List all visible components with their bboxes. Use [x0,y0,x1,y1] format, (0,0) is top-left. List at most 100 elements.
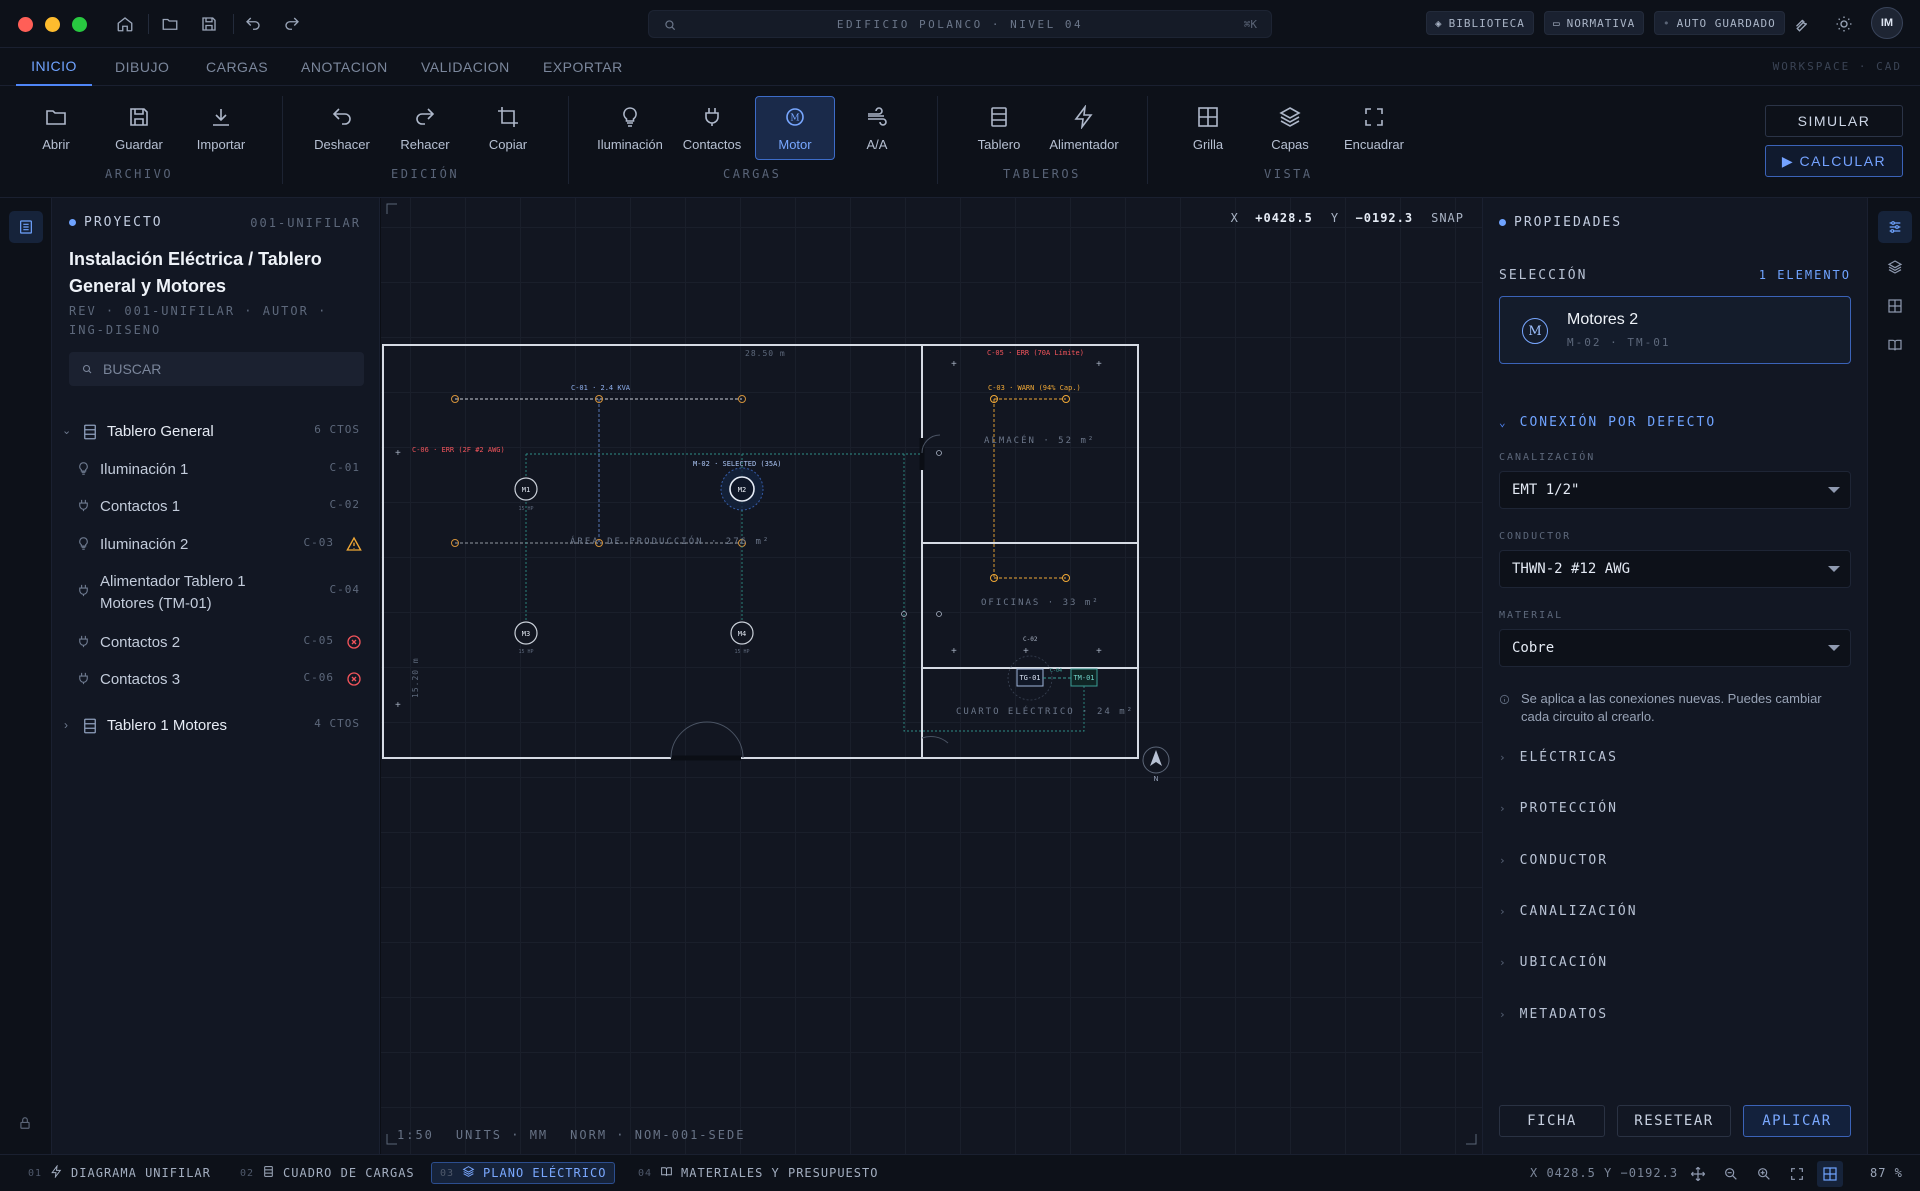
open-button[interactable]: Abrir [16,96,96,160]
snap-toggle[interactable]: SNAP [1431,211,1464,225]
fit-view-button[interactable]: Encuadrar [1332,96,1416,160]
tree-item-tablero-motores[interactable]: › Tablero 1 Motores 4 CTOS [52,715,380,741]
apply-button[interactable]: APLICAR [1743,1105,1851,1137]
units-label: UNITS · MM [455,1128,549,1142]
layers-icon [462,1165,475,1181]
autosave-status[interactable]: • AUTO GUARDADO [1654,11,1785,35]
command-search-bar[interactable]: EDIFICIO POLANCO · NIVEL 04 ⌘K [648,10,1272,38]
sheet-tab-materiales[interactable]: 04 MATERIALES Y PRESUPUESTO [630,1162,886,1184]
motor-m4[interactable]: M4 15 HP [730,621,754,655]
save-icon[interactable] [198,13,220,35]
section-canalizacion[interactable]: › CANALIZACIÓN [1499,904,1638,919]
section-electricas[interactable]: › ELÉCTRICAS [1499,750,1618,765]
motor-m1[interactable]: M1 15 HP [514,477,538,512]
book-icon[interactable] [1878,329,1912,361]
folder-icon[interactable] [159,13,181,35]
outlets-button[interactable]: Contactos [672,96,752,160]
undo-icon[interactable] [242,13,264,35]
copy-button[interactable]: Copiar [468,96,548,160]
chevron-down-icon[interactable]: ⌄ [62,424,71,437]
grid-button[interactable]: Grilla [1168,96,1248,160]
avatar[interactable]: IM [1871,7,1903,39]
tab-dibujo[interactable]: DIBUJO [115,48,169,86]
svg-text:15 HP: 15 HP [734,649,749,655]
section-proteccion[interactable]: › PROTECCIÓN [1499,801,1618,816]
tree-item-c01[interactable]: Iluminación 1 C-01 [52,459,380,485]
material-select[interactable]: Cobre [1499,629,1851,667]
wrench-icon[interactable] [1790,13,1812,35]
circuit-motors[interactable] [525,453,1085,732]
tab-validacion[interactable]: VALIDACION [421,48,510,86]
panelboard-button[interactable]: Tablero [959,96,1039,160]
minimize-window-button[interactable] [45,17,60,32]
ac-button[interactable]: A/A [837,96,917,160]
tree-view-toggle[interactable] [9,211,43,243]
panel-tm01[interactable]: TM-01 [1070,668,1098,687]
import-button[interactable]: Importar [181,96,261,160]
status-dot-icon [1499,219,1506,226]
chevron-right-icon[interactable]: › [64,718,68,732]
calculate-button[interactable]: ▶ CALCULAR [1765,145,1903,177]
zoom-level[interactable]: 87 % [1870,1166,1903,1180]
section-metadatos[interactable]: › METADATOS [1499,1007,1608,1022]
selected-element-card[interactable]: M Motores 2 M-02 · TM-01 [1499,296,1851,364]
plug-icon [76,498,91,517]
tab-inicio[interactable]: INICIO [16,48,92,86]
status-bar: 01 DIAGRAMA UNIFILAR 02 CUADRO DE CARGAS… [0,1154,1920,1191]
ficha-button[interactable]: FICHA [1499,1105,1605,1137]
tree-item-c04[interactable]: Alimentador Tablero 1 Motores (TM-01) C-… [52,571,380,617]
tab-exportar[interactable]: EXPORTAR [543,48,623,86]
tree-item-c06[interactable]: Contactos 3 C-06 [52,669,380,695]
grid-icon[interactable] [1878,290,1912,322]
reset-button[interactable]: RESETEAR [1617,1105,1731,1137]
tab-anotacion[interactable]: ANOTACION [301,48,388,86]
lock-icon[interactable] [18,1116,32,1133]
undo-button[interactable]: Deshacer [302,96,382,160]
layers-button[interactable]: Capas [1250,96,1330,160]
layers-icon[interactable] [1878,251,1912,283]
search-input[interactable]: BUSCAR [69,352,364,386]
library-button[interactable]: ◈ BIBLIOTECA [1426,11,1534,35]
tree-item-c03[interactable]: Iluminación 2 C-03 [52,534,380,560]
close-window-button[interactable] [18,17,33,32]
tab-cargas[interactable]: CARGAS [206,48,268,86]
tree-item-c05[interactable]: Contactos 2 C-05 [52,632,380,658]
save-button[interactable]: Guardar [99,96,179,160]
normativa-button[interactable]: ▭ NORMATIVA [1544,11,1645,35]
redo-icon[interactable] [281,13,303,35]
maximize-window-button[interactable] [72,17,87,32]
drawing-canvas[interactable]: 28.50 m 15.20 m C-01 · 2.4 KVA C-06 · ER… [381,198,1482,1154]
motor-m3[interactable]: M3 15 HP [514,621,538,655]
circuit-c03[interactable]: C-03 · WARN (94% Cap.) [988,384,1081,582]
sheet-tab-unifilar[interactable]: 01 DIAGRAMA UNIFILAR [20,1162,219,1184]
simulate-button[interactable]: SIMULAR [1765,105,1903,137]
tree-item-c02[interactable]: Contactos 1 C-02 [52,496,380,522]
panelboard-icon [81,423,99,445]
sheet-tab-plano-electrico[interactable]: 03 PLANO ELÉCTRICO [431,1162,616,1184]
plug-icon [705,107,719,126]
lighting-button[interactable]: Iluminación [589,96,671,160]
home-icon[interactable] [114,13,136,35]
sheet-tab-cuadro-cargas[interactable]: 02 CUADRO DE CARGAS [232,1162,423,1184]
floor-plan-drawing[interactable]: 28.50 m 15.20 m C-01 · 2.4 KVA C-06 · ER… [381,198,1482,1154]
sun-icon[interactable] [1833,13,1855,35]
motor-button[interactable]: M Motor [755,96,835,160]
feeder-button[interactable]: Alimentador [1042,96,1126,160]
tree-item-tablero-general[interactable]: ⌄ Tablero General 6 CTOS [52,421,380,447]
conductor-select[interactable]: THWN-2 #12 AWG [1499,550,1851,588]
section-ubicacion[interactable]: › UBICACIÓN [1499,955,1608,970]
canvas-corner-mark [386,203,397,214]
zoom-in-icon[interactable] [1754,1164,1774,1184]
fullscreen-icon[interactable] [1787,1164,1807,1184]
pan-icon[interactable] [1688,1164,1708,1184]
sliders-icon[interactable] [1878,211,1912,243]
canalizacion-select[interactable]: EMT 1/2" [1499,471,1851,509]
redo-button[interactable]: Rehacer [385,96,465,160]
grid-icon[interactable] [1817,1161,1843,1187]
zoom-out-icon[interactable] [1721,1164,1741,1184]
circuit-label-c06: C-06 · ERR (2F #2 AWG) [412,446,505,454]
junction-point [936,450,942,456]
section-conexion-por-defecto[interactable]: ⌄ CONEXIÓN POR DEFECTO [1499,415,1716,430]
section-conductor[interactable]: › CONDUCTOR [1499,853,1608,868]
motor-m2-selected[interactable]: M2 M-02 · SELECTED (35A) [693,460,782,511]
